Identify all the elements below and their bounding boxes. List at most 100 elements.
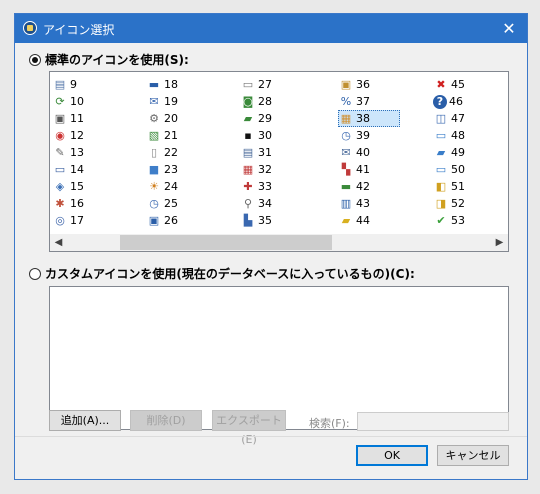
battery-icon: ▬ (340, 179, 352, 193)
icon-number: 27 (258, 78, 272, 91)
icon-item-25[interactable]: ◷ 25 (146, 195, 202, 212)
icon-number: 17 (70, 214, 84, 227)
clock-icon: ◷ (149, 196, 159, 210)
scroll-right-arrow[interactable]: ▶ (491, 234, 508, 251)
icon-number: 53 (451, 214, 465, 227)
icon-item-38[interactable]: ▦ 38 (338, 110, 400, 127)
icon-column: ▤ 9 ⟳ 10 ▣ 11 ◉ 12 ✎ 13 ▭ 14 ◈ 15 ✱ 16 ◎ 17 (52, 76, 108, 229)
floppy-icon: ▣ (148, 213, 160, 227)
icon-item-15[interactable]: ◈ 15 (52, 178, 108, 195)
icon-item-43[interactable]: ▥ 43 (338, 195, 400, 212)
icon-number: 43 (356, 197, 370, 210)
custom-icon-option[interactable]: カスタムアイコンを使用(現在のデータベースに入っているもの)(C): (29, 265, 415, 282)
icon-item-26[interactable]: ▣ 26 (146, 212, 202, 229)
standard-icon-list[interactable]: ▤ 9 ⟳ 10 ▣ 11 ◉ 12 ✎ 13 ▭ 14 ◈ 15 ✱ 16 ◎ 17 ▬ 18 ✉ 19 ⚙ 20 ▧ 21 ▯ 2… (49, 71, 509, 252)
icon-item-47[interactable]: ◫ 47 (433, 110, 489, 127)
cancel-button[interactable]: キャンセル (437, 445, 509, 466)
icon-item-24[interactable]: ☀ 24 (146, 178, 202, 195)
custom-radio-label: カスタムアイコンを使用(現在のデータベースに入っているもの)(C): (45, 267, 415, 281)
icon-item-22[interactable]: ▯ 22 (146, 144, 202, 161)
icon-item-33[interactable]: ✚ 33 (240, 178, 296, 195)
checkmark-icon: ✔ (436, 213, 446, 227)
icon-item-46[interactable]: ? 46 (433, 93, 489, 110)
icon-number: 40 (356, 146, 370, 159)
icon-item-20[interactable]: ⚙ 20 (146, 110, 202, 127)
icon-item-37[interactable]: % 37 (338, 93, 400, 110)
icon-item-17[interactable]: ◎ 17 (52, 212, 108, 229)
grid-icon: ▦ (242, 162, 254, 176)
standard-radio[interactable] (29, 53, 41, 66)
icon-item-11[interactable]: ▣ 11 (52, 110, 108, 127)
lock-open-icon: ◧ (435, 179, 447, 193)
search-input[interactable] (357, 412, 509, 431)
export-button[interactable]: エクスポート(E) (212, 410, 286, 446)
icon-item-39[interactable]: ◷ 39 (338, 127, 400, 144)
icon-item-35[interactable]: ▙ 35 (240, 212, 296, 229)
icon-item-32[interactable]: ▦ 32 (240, 161, 296, 178)
icon-number: 9 (70, 78, 77, 91)
icon-item-16[interactable]: ✱ 16 (52, 195, 108, 212)
icon-item-19[interactable]: ✉ 19 (146, 93, 202, 110)
icon-number: 35 (258, 214, 272, 227)
custom-icon-list[interactable] (49, 286, 509, 430)
mail-icon: ✉ (149, 94, 159, 108)
icon-item-42[interactable]: ▬ 42 (338, 178, 400, 195)
clock-icon: ◷ (341, 128, 351, 142)
icon-number: 20 (164, 112, 178, 125)
icon-number: 15 (70, 180, 84, 193)
icon-number: 45 (451, 78, 465, 91)
icon-item-29[interactable]: ▰ 29 (240, 110, 296, 127)
icon-item-41[interactable]: ▚ 41 (338, 161, 400, 178)
icon-item-28[interactable]: ◙ 28 (240, 93, 296, 110)
folder-open-icon: ▰ (436, 145, 446, 159)
title-bar: アイコン選択 ✕ (15, 14, 527, 43)
icon-number: 37 (356, 95, 370, 108)
icon-column: ▭ 27 ◙ 28 ▰ 29 ▪ 30 ▤ 31 ▦ 32 ✚ 33 ⚲ 34 ▙ 35 (240, 76, 296, 229)
icon-number: 18 (164, 78, 178, 91)
icon-item-34[interactable]: ⚲ 34 (240, 195, 296, 212)
icon-item-40[interactable]: ✉ 40 (338, 144, 400, 161)
icon-item-36[interactable]: ▣ 36 (338, 76, 400, 93)
icon-item-21[interactable]: ▧ 21 (146, 127, 202, 144)
icon-item-31[interactable]: ▤ 31 (240, 144, 296, 161)
close-icon[interactable]: ✕ (491, 14, 527, 43)
icon-item-48[interactable]: ▭ 48 (433, 127, 489, 144)
scroll-thumb[interactable] (120, 235, 332, 250)
icon-item-53[interactable]: ✔ 53 (433, 212, 489, 229)
pinwheel-icon: ✚ (243, 179, 253, 193)
chart-doc-icon: ▚ (341, 162, 351, 176)
icon-number: 32 (258, 163, 272, 176)
scroll-left-arrow[interactable]: ◀ (50, 234, 67, 251)
icon-item-12[interactable]: ◉ 12 (52, 127, 108, 144)
standard-icon-option[interactable]: 標準のアイコンを使用(S): (29, 51, 189, 68)
icon-item-50[interactable]: ▭ 50 (433, 161, 489, 178)
icon-item-44[interactable]: ▰ 44 (338, 212, 400, 229)
icon-item-30[interactable]: ▪ 30 (240, 127, 296, 144)
network-drive-icon: ◙ (242, 94, 254, 108)
ok-button[interactable]: OK (356, 445, 428, 466)
custom-radio[interactable] (29, 267, 41, 280)
icon-number: 46 (449, 95, 463, 108)
icon-number: 10 (70, 95, 84, 108)
icon-item-14[interactable]: ▭ 14 (52, 161, 108, 178)
icon-item-9[interactable]: ▤ 9 (52, 76, 108, 93)
icon-number: 28 (258, 95, 272, 108)
delete-button[interactable]: 削除(D) (130, 410, 202, 431)
icon-item-13[interactable]: ✎ 13 (52, 144, 108, 161)
add-button[interactable]: 追加(A)... (49, 410, 121, 431)
icon-item-23[interactable]: ■ 23 (146, 161, 202, 178)
network-icon: ✱ (55, 196, 65, 210)
icon-item-27[interactable]: ▭ 27 (240, 76, 296, 93)
drive-icon: ▭ (54, 162, 66, 176)
icon-item-10[interactable]: ⟳ 10 (52, 93, 108, 110)
icon-item-45[interactable]: ✖ 45 (433, 76, 489, 93)
icon-item-51[interactable]: ◧ 51 (433, 178, 489, 195)
icon-item-49[interactable]: ▰ 49 (433, 144, 489, 161)
icon-column: ✖ 45? 46 ◫ 47 ▭ 48 ▰ 49 ▭ 50 ◧ 51 ◨ 52 ✔ 53 (433, 76, 489, 229)
icon-item-52[interactable]: ◨ 52 (433, 195, 489, 212)
icon-number: 52 (451, 197, 465, 210)
horizontal-scrollbar[interactable]: ◀ ▶ (50, 234, 508, 251)
icon-number: 30 (258, 129, 272, 142)
icon-item-18[interactable]: ▬ 18 (146, 76, 202, 93)
wrench-icon: ⚲ (243, 196, 253, 210)
